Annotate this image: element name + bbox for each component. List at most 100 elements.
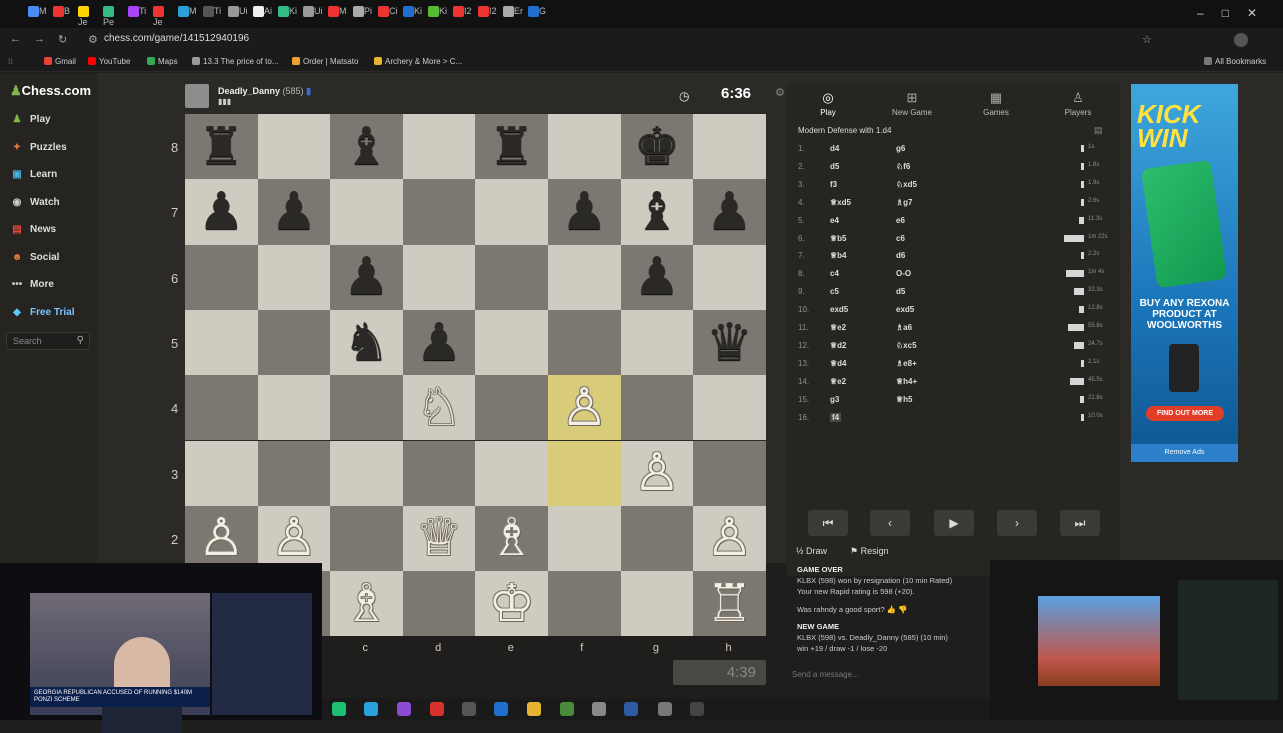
black-move[interactable]: ♕h4+ — [896, 377, 917, 386]
browser-tab[interactable]: Er — [503, 6, 523, 22]
bookmark-gmail[interactable]: Gmail — [44, 57, 76, 66]
square-c2[interactable] — [330, 505, 403, 572]
browser-tab[interactable]: M — [328, 6, 348, 22]
square-b6[interactable] — [257, 244, 331, 310]
app-icon[interactable] — [690, 702, 704, 716]
browser-tab[interactable]: Ci — [378, 6, 398, 22]
browser-tab[interactable]: G — [528, 6, 548, 22]
thumbs-down-icon[interactable]: 👎 — [898, 605, 907, 614]
steam-icon[interactable] — [624, 702, 638, 716]
black-rook-a8[interactable]: ♜ — [185, 114, 258, 179]
sidebar-item-learn[interactable]: ▣ Learn — [10, 169, 57, 180]
first-move-button[interactable]: ⏮ — [808, 510, 848, 536]
white-queen-d2[interactable]: ♕ — [403, 506, 476, 571]
square-h6[interactable] — [693, 244, 766, 310]
chess-board[interactable]: ♜ ♝ ♜ ♚ ♟ ♟ ♟ ♝ ♟ ♟ ♟ ♞ ♟ ♛ ♘ ♙ ♙ ♙ ♙ ♕ ♗ ♙ ♗ ♔ ♖ — [185, 114, 766, 637]
black-move[interactable]: ♘f6 — [896, 162, 910, 171]
apps-icon[interactable]: ⁝⁝ — [8, 57, 13, 66]
bookmark-star-icon[interactable]: ☆ — [1142, 33, 1152, 46]
white-move[interactable]: d4 — [830, 144, 839, 153]
black-king-g8[interactable]: ♚ — [621, 114, 694, 179]
white-bishop-c1[interactable]: ♗ — [330, 571, 403, 636]
white-move[interactable]: ♕e2 — [830, 323, 846, 332]
browser-tab[interactable]: B — [53, 6, 73, 22]
previous-move-button[interactable]: ‹ — [870, 510, 910, 536]
resign-button[interactable]: ⚑ Resign — [850, 546, 889, 557]
square-h8[interactable] — [693, 114, 766, 180]
black-move[interactable]: e6 — [896, 216, 905, 225]
white-move[interactable]: c5 — [830, 287, 839, 296]
all-bookmarks[interactable]: All Bookmarks — [1204, 57, 1266, 66]
white-rook-h1[interactable]: ♖ — [693, 571, 766, 636]
square-b4[interactable] — [257, 375, 331, 441]
bookmark-maps[interactable]: Maps — [147, 57, 178, 66]
ad-cta-button[interactable]: FIND OUT MORE — [1146, 406, 1224, 421]
white-move[interactable]: ♕d2 — [830, 341, 847, 350]
square-a4[interactable] — [185, 375, 258, 441]
sidebar-item-puzzles[interactable]: ✦ Puzzles — [10, 142, 67, 153]
black-move[interactable]: O-O — [896, 269, 911, 278]
black-pawn-b7[interactable]: ♟ — [258, 179, 331, 244]
black-knight-c5[interactable]: ♞ — [330, 310, 403, 375]
square-f2[interactable] — [548, 505, 621, 572]
opponent-name[interactable]: Deadly_Danny (585) ▮ — [218, 86, 311, 97]
black-pawn-f7[interactable]: ♟ — [548, 179, 621, 244]
white-bishop-e2[interactable]: ♗ — [475, 506, 548, 571]
black-pawn-a7[interactable]: ♟ — [185, 179, 258, 244]
app-icon[interactable] — [397, 702, 411, 716]
remove-ads-button[interactable]: Remove Ads — [1131, 444, 1238, 462]
white-move[interactable]: c4 — [830, 269, 839, 278]
white-move[interactable]: exd5 — [830, 305, 848, 314]
chat-message-input[interactable]: Send a message... — [786, 666, 986, 684]
black-queen-h5[interactable]: ♛ — [693, 310, 766, 375]
address-bar[interactable]: chess.com/game/141512940196 — [104, 33, 249, 44]
outlook-icon[interactable] — [494, 702, 508, 716]
white-move[interactable]: g3 — [830, 395, 839, 404]
square-a5[interactable] — [185, 309, 258, 376]
white-pawn-a2[interactable]: ♙ — [185, 506, 258, 571]
square-e7[interactable] — [475, 179, 548, 245]
settings-icon[interactable] — [658, 702, 672, 716]
tab-games[interactable]: ▦ Games — [956, 90, 1036, 117]
white-pawn-g3[interactable]: ♙ — [621, 441, 694, 506]
white-move[interactable]: f4 — [830, 412, 842, 422]
black-pawn-d5[interactable]: ♟ — [403, 310, 476, 375]
black-pawn-c6[interactable]: ♟ — [330, 245, 403, 310]
browser-tab[interactable]: Je — [153, 6, 173, 27]
square-d6[interactable] — [402, 244, 476, 310]
black-move[interactable]: ♘xc5 — [896, 341, 917, 350]
last-move-button[interactable]: ⏭ — [1060, 510, 1100, 536]
browser-tab[interactable]: Ui — [303, 6, 323, 22]
square-f6[interactable] — [548, 244, 621, 310]
browser-tab[interactable]: Je — [78, 6, 98, 27]
white-move[interactable]: e4 — [830, 216, 839, 225]
black-move[interactable]: ♕h5 — [896, 395, 913, 404]
square-e4[interactable] — [475, 375, 548, 441]
bookmark-archery[interactable]: Archery & More > C... — [374, 57, 462, 66]
telegram-icon[interactable] — [364, 702, 378, 716]
square-f8[interactable] — [548, 114, 621, 180]
black-pawn-h7[interactable]: ♟ — [693, 179, 766, 244]
sidebar-search-input[interactable]: Search ⚲ — [6, 332, 90, 350]
back-icon[interactable]: ← — [10, 33, 21, 45]
white-king-e1[interactable]: ♔ — [475, 571, 548, 636]
square-b5[interactable] — [257, 309, 331, 376]
black-move[interactable]: ♗a6 — [896, 323, 912, 332]
square-g2[interactable] — [620, 505, 694, 572]
white-pawn-f4[interactable]: ♙ — [548, 375, 621, 440]
browser-tab[interactable]: Ui — [228, 6, 248, 22]
white-knight-d4[interactable]: ♘ — [403, 375, 476, 440]
black-move[interactable]: d6 — [896, 251, 905, 260]
app-icon[interactable] — [592, 702, 606, 716]
browser-tab[interactable]: Pe — [103, 6, 123, 27]
folder-icon[interactable] — [527, 702, 541, 716]
thumbs-up-icon[interactable]: 👍 — [887, 605, 896, 614]
browser-tab[interactable]: M — [178, 6, 198, 22]
draw-button[interactable]: ½ Draw — [796, 546, 827, 556]
tab-new-game[interactable]: ⊞ New Game — [872, 90, 952, 117]
white-move[interactable]: ♕e2 — [830, 377, 846, 386]
black-pawn-g6[interactable]: ♟ — [621, 245, 694, 310]
browser-tab[interactable]: Ki — [403, 6, 423, 22]
browser-tab[interactable]: Ki — [278, 6, 298, 22]
square-h3[interactable] — [693, 440, 766, 506]
